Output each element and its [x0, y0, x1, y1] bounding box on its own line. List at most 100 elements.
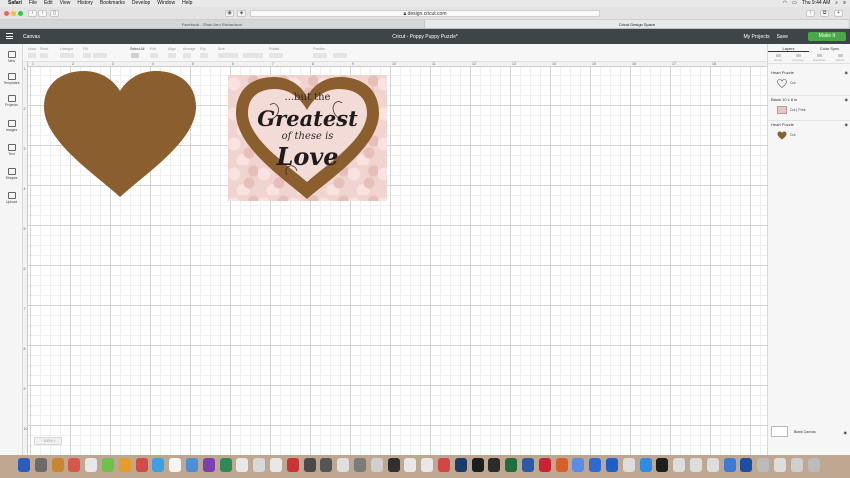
- linetype-dropdown[interactable]: [60, 53, 74, 58]
- dock-app-icon[interactable]: [471, 458, 484, 472]
- dock-app-icon[interactable]: [118, 458, 131, 472]
- align-icon[interactable]: [168, 53, 176, 58]
- menu-window[interactable]: Window: [157, 0, 175, 7]
- tab-cricut[interactable]: Cricut Design Space: [425, 20, 850, 28]
- dock-app-icon[interactable]: [253, 458, 266, 472]
- group-button[interactable]: Group: [768, 54, 788, 62]
- dock-app-icon[interactable]: [723, 458, 736, 472]
- wifi-icon[interactable]: ◠: [783, 0, 787, 7]
- sidebar-new[interactable]: New: [0, 51, 23, 63]
- select-all-label[interactable]: Select All: [130, 47, 144, 51]
- dock-app-icon[interactable]: [774, 458, 786, 472]
- dock-app-icon[interactable]: [152, 458, 165, 472]
- heart-puzzle-shape[interactable]: [40, 69, 200, 199]
- sidebar-text[interactable]: Text: [0, 144, 23, 156]
- dock-app-icon[interactable]: [622, 458, 635, 472]
- dock-app-icon[interactable]: [606, 458, 618, 472]
- menu-view[interactable]: View: [60, 0, 71, 7]
- dock-app-icon[interactable]: [68, 458, 81, 472]
- tab-layers[interactable]: Layers: [768, 45, 809, 52]
- eye-icon[interactable]: ◉: [845, 97, 849, 102]
- align-label[interactable]: Align: [168, 47, 176, 51]
- dock-app-icon[interactable]: [354, 458, 366, 472]
- dock-app-icon[interactable]: [757, 458, 770, 472]
- rotate-field[interactable]: [269, 53, 283, 58]
- dock-app-icon[interactable]: [219, 458, 232, 472]
- sidebar-projects[interactable]: Projects: [0, 95, 23, 107]
- list-icon[interactable]: ≡: [843, 0, 846, 7]
- my-projects-link[interactable]: My Projects: [743, 34, 769, 40]
- dock-app-icon[interactable]: [370, 458, 383, 472]
- tabs-overview-icon[interactable]: ⧉: [820, 10, 829, 17]
- dock-app-icon[interactable]: [505, 458, 518, 472]
- dock-app-icon[interactable]: [555, 458, 568, 472]
- dock-app-icon[interactable]: [538, 458, 551, 472]
- delete-button[interactable]: Delete: [830, 54, 850, 62]
- menu-edit[interactable]: Edit: [44, 0, 53, 7]
- make-it-button[interactable]: Make It: [808, 32, 846, 41]
- forward-button[interactable]: ›: [38, 10, 47, 17]
- dock-app-icon[interactable]: [337, 458, 350, 472]
- fill-label[interactable]: Fill: [83, 47, 87, 51]
- arrange-label[interactable]: Arrange: [183, 47, 195, 51]
- dock-app-icon[interactable]: [454, 458, 467, 472]
- dock-app-icon[interactable]: [656, 458, 669, 472]
- layer-group-blank[interactable]: Blank 10 x 8 in ◉ Cut | Print: [768, 95, 850, 119]
- search-icon[interactable]: ⌕: [835, 0, 838, 7]
- menu-file[interactable]: File: [29, 0, 37, 7]
- layer-group-heart-puzzle-2[interactable]: Heart Puzzle ◉ Cut: [768, 120, 850, 144]
- dock-app-icon[interactable]: [34, 458, 47, 472]
- size-label[interactable]: Size: [218, 47, 225, 51]
- new-tab-button[interactable]: +: [834, 10, 843, 17]
- dock-app-icon[interactable]: [236, 458, 249, 472]
- dock-app-icon[interactable]: [740, 458, 753, 472]
- shield-icon[interactable]: ◈: [237, 10, 246, 17]
- dock-app-icon[interactable]: [135, 458, 148, 472]
- dock-app-icon[interactable]: [270, 458, 282, 472]
- zoom-window-button[interactable]: [18, 11, 23, 16]
- dock-app-icon[interactable]: [639, 458, 652, 472]
- dock-app-icon[interactable]: [303, 458, 316, 472]
- dock-app-icon[interactable]: [202, 458, 215, 472]
- save-link[interactable]: Save: [777, 34, 788, 40]
- tab-color-sync[interactable]: Color Sync: [809, 45, 850, 52]
- extension-icon[interactable]: ◉: [225, 10, 234, 17]
- rotate-label[interactable]: Rotate: [269, 47, 279, 51]
- edit-icon[interactable]: [150, 53, 158, 58]
- dock-app-icon[interactable]: [522, 458, 534, 472]
- dock-app-icon[interactable]: [438, 458, 450, 472]
- dock-app-icon[interactable]: [186, 458, 198, 472]
- dock-app-icon[interactable]: [421, 458, 434, 472]
- sidebar-images[interactable]: Images: [0, 120, 23, 132]
- battery-icon[interactable]: ▭: [792, 0, 797, 7]
- minimize-window-button[interactable]: [11, 11, 16, 16]
- menu-app-name[interactable]: Safari: [8, 0, 22, 7]
- sidebar-shapes[interactable]: Shapes: [0, 168, 23, 180]
- edit-label[interactable]: Edit: [150, 47, 156, 51]
- sidebar-upload[interactable]: Upload: [0, 192, 23, 204]
- blank-canvas-swatch[interactable]: [771, 426, 788, 437]
- fill-dropdown[interactable]: [93, 53, 107, 58]
- eye-icon[interactable]: ◉: [845, 122, 849, 127]
- eye-icon[interactable]: ◉: [844, 430, 848, 435]
- dock-app-icon[interactable]: [102, 458, 114, 472]
- ungroup-button[interactable]: Ungroup: [788, 54, 808, 62]
- dock-app-icon[interactable]: [404, 458, 417, 472]
- dock-app-icon[interactable]: [169, 458, 182, 472]
- menubar-clock[interactable]: Thu 9:44 AM: [802, 0, 830, 7]
- eye-icon[interactable]: ◉: [845, 70, 849, 75]
- blank-print-card[interactable]: ...but the Greatest of these is Love: [228, 75, 387, 201]
- dock-app-icon[interactable]: [690, 458, 702, 472]
- undo-label[interactable]: Undo: [28, 47, 36, 51]
- dock-app-icon[interactable]: [807, 458, 820, 472]
- pen-icon[interactable]: [83, 53, 91, 58]
- tab-facebook[interactable]: Facebook - Shan Arro Richardson: [0, 20, 425, 28]
- menu-help[interactable]: Help: [182, 0, 192, 7]
- y-position-field[interactable]: [333, 53, 347, 58]
- dock-app-icon[interactable]: [85, 458, 98, 472]
- arrange-icon[interactable]: [183, 53, 191, 58]
- undo-icon[interactable]: [28, 53, 36, 58]
- dock-app-icon[interactable]: [387, 458, 400, 472]
- redo-icon[interactable]: [40, 53, 48, 58]
- sidebar-icon[interactable]: ▯: [50, 10, 59, 17]
